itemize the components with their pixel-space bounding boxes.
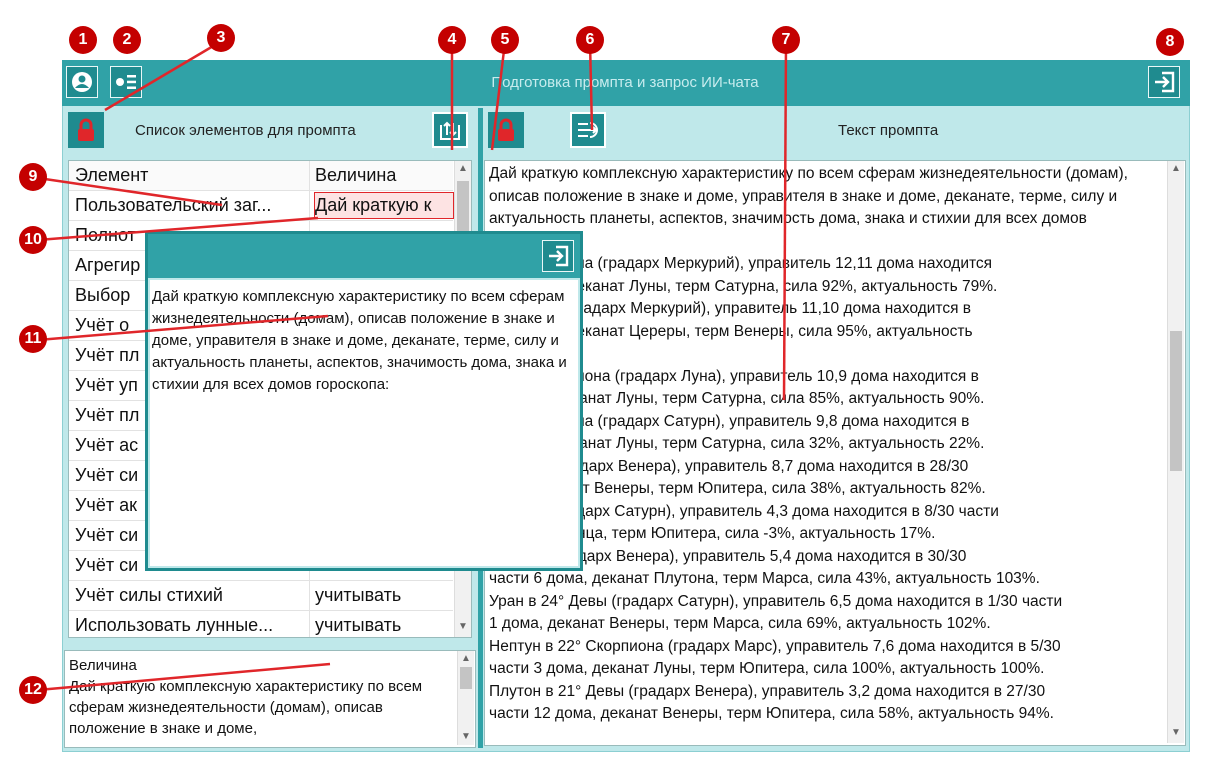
table-row[interactable]: Пользовательский заг... Дай краткую к <box>69 191 454 221</box>
prompt-text: Дай краткую комплексную характеристику п… <box>489 165 1128 722</box>
list-icon <box>116 75 136 89</box>
scroll-down-icon[interactable]: ▼ <box>1168 727 1184 739</box>
row-value[interactable]: учитывать <box>315 615 453 636</box>
callout-8: 8 <box>1156 28 1184 56</box>
lock-icon <box>78 118 94 141</box>
user-button[interactable] <box>66 66 98 98</box>
popup-text: Дай краткую комплексную характеристику п… <box>152 288 567 393</box>
callout-2: 2 <box>113 26 141 54</box>
scroll-up-icon[interactable]: ▲ <box>455 163 471 175</box>
prompt-scrollbar[interactable]: ▲ ▼ <box>1167 161 1184 743</box>
detail-scrollbar[interactable]: ▲ ▼ <box>457 651 474 745</box>
callout-10: 10 <box>19 226 47 254</box>
callout-9: 9 <box>19 163 47 191</box>
exit-icon <box>549 245 569 267</box>
scroll-down-icon[interactable]: ▼ <box>458 731 474 743</box>
table-row[interactable]: Использовать лунные... учитывать <box>69 611 453 637</box>
callout-5: 5 <box>491 26 519 54</box>
callout-3: 3 <box>207 24 235 52</box>
callout-6: 6 <box>576 26 604 54</box>
import-button[interactable] <box>570 112 606 148</box>
table-header: Элемент Величина <box>69 161 453 191</box>
scroll-up-icon[interactable]: ▲ <box>1168 163 1184 175</box>
lock-icon <box>498 118 514 141</box>
scroll-up-icon[interactable]: ▲ <box>458 653 474 665</box>
value-detail-box[interactable]: Величина Дай краткую комплексную характе… <box>64 650 476 748</box>
callout-7: 7 <box>772 26 800 54</box>
left-panel-header: Список элементов для промпта <box>135 122 356 139</box>
callout-12: 12 <box>19 676 47 704</box>
row-value-selected[interactable]: Дай краткую к <box>314 192 454 219</box>
prompt-text-area[interactable]: Дай краткую комплексную характеристику п… <box>484 160 1186 746</box>
popup-exit-button[interactable] <box>542 240 574 272</box>
window-title: Подготовка промпта и запрос ИИ-чата <box>491 74 759 91</box>
column-header-element[interactable]: Элемент <box>75 165 309 186</box>
popup-title-bar <box>148 234 580 278</box>
exit-icon <box>1155 71 1175 93</box>
row-element: Использовать лунные... <box>75 615 274 635</box>
detail-label: Величина <box>69 657 137 674</box>
scroll-thumb[interactable] <box>1170 331 1182 471</box>
sort-icon <box>440 121 460 140</box>
detail-text: Дай краткую комплексную характеристику п… <box>69 678 423 737</box>
table-row[interactable]: Учёт силы стихий учитывать <box>69 581 453 611</box>
row-element: Учёт силы стихий <box>75 585 223 605</box>
right-panel-header: Текст промпта <box>838 122 939 139</box>
lock-right-button[interactable] <box>488 112 524 148</box>
sort-button[interactable] <box>432 112 468 148</box>
popup-text-area[interactable]: Дай краткую комплексную характеристику п… <box>150 280 578 566</box>
list-view-button[interactable] <box>110 66 142 98</box>
scroll-thumb[interactable] <box>460 667 472 689</box>
scroll-down-icon[interactable]: ▼ <box>455 621 471 633</box>
lock-left-button[interactable] <box>68 112 104 148</box>
callout-1: 1 <box>69 26 97 54</box>
exit-button[interactable] <box>1148 66 1180 98</box>
callout-11: 11 <box>19 325 47 353</box>
row-value[interactable]: учитывать <box>315 585 453 606</box>
column-header-value[interactable]: Величина <box>315 165 453 186</box>
user-icon <box>72 72 92 92</box>
row-element: Пользовательский заг... <box>75 195 272 215</box>
import-icon <box>578 122 598 138</box>
callout-4: 4 <box>438 26 466 54</box>
